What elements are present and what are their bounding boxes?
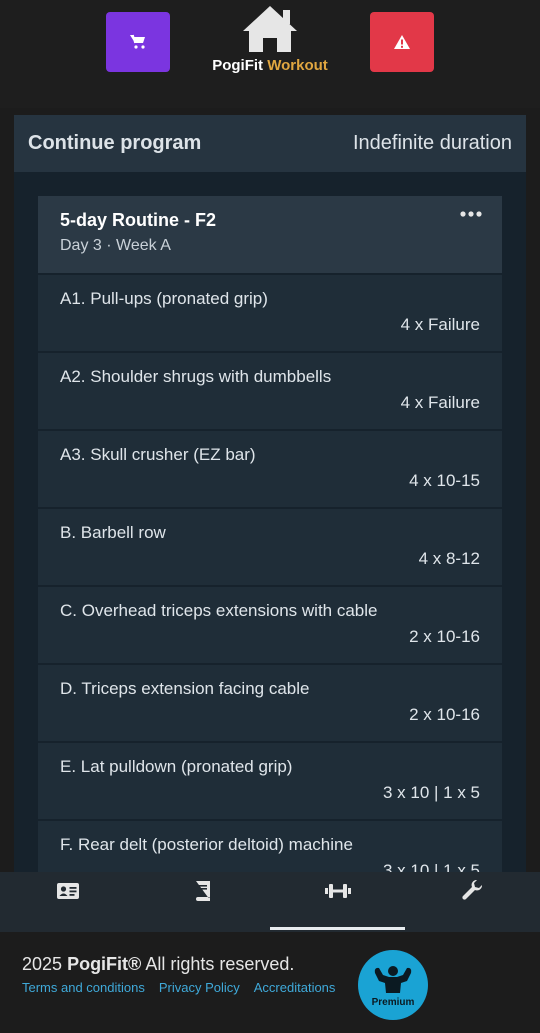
alert-button[interactable] <box>370 12 434 72</box>
bodybuilder-icon <box>374 965 412 993</box>
routine-card: 5-day Routine - F2 Day 3 · Week A A1. Pu… <box>38 196 502 872</box>
premium-label: Premium <box>371 996 415 1008</box>
routine-scroll-area[interactable]: 5-day Routine - F2 Day 3 · Week A A1. Pu… <box>14 172 526 872</box>
program-duration: Indefinite duration <box>352 132 512 154</box>
exercise-sets: 4 x 8-12 <box>418 549 480 568</box>
routine-title: 5-day Routine - F2 <box>60 210 217 230</box>
footer: 2025 PogiFit® All rights reserved. Terms… <box>0 932 540 1033</box>
brand-name: PogiFit Workout <box>205 57 335 74</box>
home-icon <box>243 6 297 52</box>
privacy-link[interactable]: Privacy Policy <box>159 980 240 995</box>
id-card-icon <box>56 883 79 899</box>
exercise-item[interactable]: E. Lat pulldown (pronated grip) 3 x 10 |… <box>38 743 502 819</box>
program-title: Continue program <box>28 132 202 154</box>
exercise-sets: 3 x 10 | 1 x 5 <box>382 783 480 802</box>
app-header: PogiFit Workout <box>0 0 540 108</box>
exercise-sets: 4 x Failure <box>400 315 480 334</box>
book-icon <box>195 881 210 901</box>
cart-icon <box>130 34 145 49</box>
exercise-name: B. Barbell row <box>60 523 166 542</box>
exercise-item[interactable]: C. Overhead triceps extensions with cabl… <box>38 587 502 663</box>
exercise-sets: 4 x 10-15 <box>409 471 480 490</box>
copyright-text: 2025 PogiFit® All rights reserved. <box>22 954 294 975</box>
nav-tab-book[interactable] <box>135 872 270 932</box>
brand-part2: Workout <box>267 57 328 74</box>
nav-tab-settings[interactable] <box>405 872 540 932</box>
copyright-rights: All rights reserved. <box>145 954 295 974</box>
copyright-brand: PogiFit® <box>67 954 142 974</box>
premium-badge[interactable]: Premium <box>358 950 428 1020</box>
dumbbell-icon <box>324 884 351 898</box>
exercise-sets: 4 x Failure <box>400 393 480 412</box>
exercise-name: C. Overhead triceps extensions with cabl… <box>60 601 378 620</box>
routine-subtitle: Day 3 · Week A <box>60 237 171 254</box>
exercise-name: E. Lat pulldown (pronated grip) <box>60 757 293 776</box>
exercise-item[interactable]: A1. Pull-ups (pronated grip) 4 x Failure <box>38 275 502 351</box>
routine-header[interactable]: 5-day Routine - F2 Day 3 · Week A <box>38 196 502 273</box>
exercise-name: D. Triceps extension facing cable <box>60 679 310 698</box>
more-horizontal-icon[interactable] <box>460 208 482 220</box>
copyright-year: 2025 <box>22 954 63 974</box>
exercise-item[interactable]: F. Rear delt (posterior deltoid) machine… <box>38 821 502 872</box>
exercise-sets: 3 x 10 | 1 x 5 <box>382 861 480 872</box>
exercise-name: A2. Shoulder shrugs with dumbbells <box>60 367 332 386</box>
footer-links: Terms and conditions Privacy Policy Accr… <box>22 980 335 995</box>
exercise-name: A3. Skull crusher (EZ bar) <box>60 445 256 464</box>
terms-link[interactable]: Terms and conditions <box>22 980 145 995</box>
exercise-name: F. Rear delt (posterior deltoid) machine <box>60 835 353 854</box>
nav-tab-workout[interactable] <box>270 872 405 932</box>
exercise-sets: 2 x 10-16 <box>409 705 480 724</box>
exercise-sets: 2 x 10-16 <box>409 627 480 646</box>
accreditations-link[interactable]: Accreditations <box>254 980 336 995</box>
cart-button[interactable] <box>106 12 170 72</box>
app-logo[interactable]: PogiFit Workout <box>205 4 335 82</box>
exercise-item[interactable]: D. Triceps extension facing cable 2 x 10… <box>38 665 502 741</box>
bottom-nav <box>0 872 540 932</box>
brand-part1: PogiFit <box>212 57 264 74</box>
nav-tab-profile[interactable] <box>0 872 135 932</box>
wrench-icon <box>461 880 482 900</box>
exercise-item[interactable]: A3. Skull crusher (EZ bar) 4 x 10-15 <box>38 431 502 507</box>
warning-icon <box>394 35 410 49</box>
exercise-name: A1. Pull-ups (pronated grip) <box>60 289 268 308</box>
exercise-item[interactable]: A2. Shoulder shrugs with dumbbells 4 x F… <box>38 353 502 429</box>
program-bar[interactable]: Continue program Indefinite duration <box>14 115 526 172</box>
exercise-item[interactable]: B. Barbell row 4 x 8-12 <box>38 509 502 585</box>
